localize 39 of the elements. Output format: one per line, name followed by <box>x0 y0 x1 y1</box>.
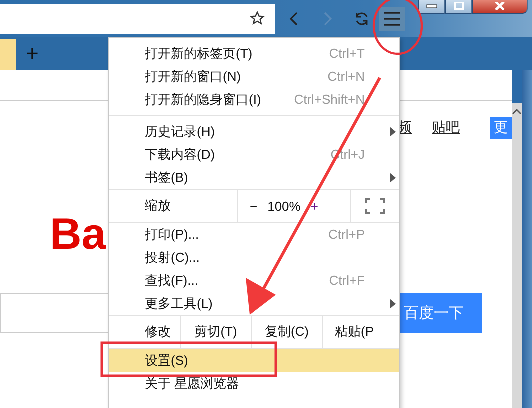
menu-icon <box>383 10 401 26</box>
reload-icon <box>354 10 370 26</box>
zoom-value: 100% <box>268 198 301 214</box>
zoom-out-button[interactable]: − <box>246 198 262 214</box>
menu-item[interactable]: 打开新的隐身窗口(I) Ctrl+Shift+N <box>109 88 399 111</box>
minimize-icon <box>426 2 438 10</box>
logo: Ba <box>50 213 106 257</box>
menu-item[interactable]: 书签(B) <box>109 166 399 189</box>
minimize-button[interactable] <box>418 0 445 14</box>
star-icon[interactable] <box>250 11 265 26</box>
maximize-button[interactable] <box>445 0 472 14</box>
scrollbar[interactable] <box>512 103 522 408</box>
edit-action-button[interactable]: 剪切(T) <box>180 316 251 348</box>
menu-item[interactable]: 打开新的窗口(N) Ctrl+N <box>109 65 399 88</box>
back-icon <box>288 10 300 26</box>
menu-item[interactable]: 设置(S) <box>109 349 399 372</box>
fullscreen-icon <box>365 198 385 214</box>
search-button[interactable]: 百度一下 <box>400 293 482 333</box>
close-icon <box>494 2 506 10</box>
zoom-label: 缩放 <box>144 197 172 215</box>
edit-action-button[interactable]: 复制(C) <box>251 316 322 348</box>
scroll-up-icon[interactable] <box>512 109 522 115</box>
menu-button[interactable] <box>379 6 405 30</box>
nav-link[interactable]: 贴吧 <box>432 119 460 137</box>
maximize-icon <box>452 2 464 10</box>
menu-item[interactable]: 历史记录(H) <box>109 120 399 143</box>
forward-icon <box>322 10 334 26</box>
menu-item[interactable]: 关于 星愿浏览器 <box>109 372 399 395</box>
menu-item[interactable]: 查找(F)... Ctrl+F <box>109 269 399 292</box>
menu-item[interactable]: 更多工具(L) <box>109 292 399 315</box>
zoom-in-button[interactable]: + <box>306 198 322 214</box>
menu-item[interactable]: 打印(P)... Ctrl+P <box>109 223 399 246</box>
close-button[interactable] <box>472 0 528 14</box>
edit-action-button[interactable]: 粘贴(P <box>322 316 399 348</box>
edit-label: 修改 <box>144 323 172 341</box>
menu-item[interactable]: 打开新的标签页(T) Ctrl+T <box>109 42 399 65</box>
address-field[interactable] <box>0 4 275 34</box>
more-button[interactable]: 更 <box>490 117 512 139</box>
menu-item[interactable]: 投射(C)... <box>109 246 399 269</box>
